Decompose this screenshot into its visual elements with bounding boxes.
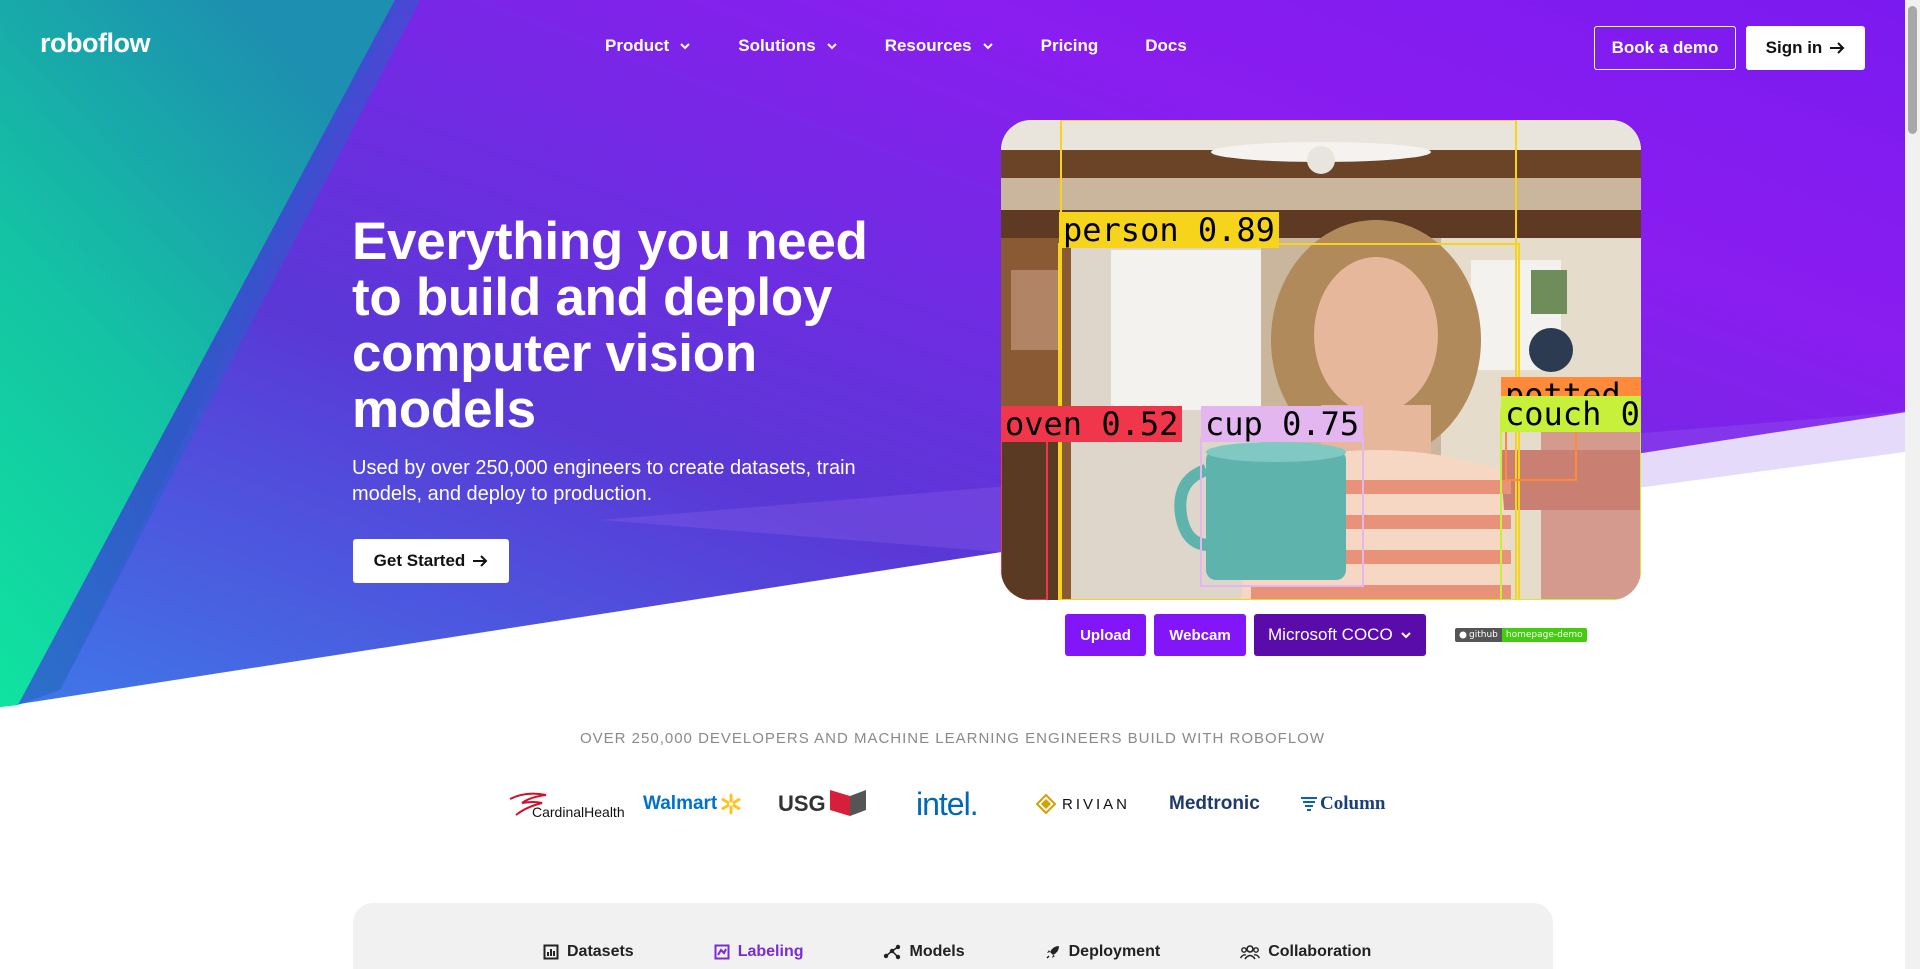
webcam-label: Webcam [1169,626,1231,644]
tab-collaboration[interactable]: Collaboration [1240,943,1371,961]
sign-in-button[interactable]: Sign in [1746,26,1865,70]
nav-solutions[interactable]: Solutions [738,36,837,56]
demo-video-frame: person 0.89 oven 0.52 cup 0.75 potted p … [1001,120,1641,600]
hero-subtitle: Used by over 250,000 engineers to create… [352,457,856,505]
scrollbar-thumb[interactable] [1908,6,1917,134]
chevron-down-icon [680,43,690,50]
roboflow-logo[interactable]: roboflow [40,28,150,59]
tab-deployment-label: Deployment [1068,943,1161,960]
logo-cardinal-health: CardinalHealth [508,782,625,826]
logo-rivian: RIVIAN [1036,782,1130,826]
model-select-value: Microsoft COCO [1268,625,1393,644]
feature-tabs: Datasets Labeling Models Deployment Coll… [543,943,1451,961]
detection-label-person: person 0.89 [1059,212,1279,248]
column-icon [1301,797,1317,811]
detection-label-oven: oven 0.52 [1001,406,1183,442]
upload-label: Upload [1080,626,1131,644]
people-icon [1240,945,1261,960]
chart-icon [543,944,559,960]
logo-walmart: Walmart [643,782,742,826]
tab-datasets[interactable]: Datasets [543,943,634,961]
nav-resources-label: Resources [884,36,972,55]
usg-cube-icon [829,790,866,816]
tab-datasets-label: Datasets [567,943,634,960]
tab-models-label: Models [909,943,965,960]
nav-docs[interactable]: Docs [1145,36,1187,56]
book-demo-button[interactable]: Book a demo [1594,26,1736,70]
github-badge-left: github [1455,628,1502,642]
detection-label-cup: cup 0.75 [1201,406,1364,442]
webcam-button[interactable]: Webcam [1154,614,1246,656]
sign-in-label: Sign in [1765,38,1823,57]
demo-scene [1001,120,1641,600]
tab-labeling[interactable]: Labeling [714,943,804,961]
chevron-down-icon [826,43,837,50]
walmart-spark-icon [721,793,741,815]
page-scrollbar[interactable] [1905,0,1920,969]
nav-resources[interactable]: Resources [885,36,994,56]
github-icon [1459,631,1467,639]
nav-pricing-label: Pricing [1040,36,1099,55]
chevron-down-icon [1401,632,1411,639]
nav-docs-label: Docs [1145,36,1187,55]
detection-label-couch: couch 0. [1501,396,1641,432]
github-badge-right: homepage-demo [1501,628,1587,642]
nav-product[interactable]: Product [605,36,691,56]
network-icon [884,944,901,960]
rivian-compass-icon [1036,794,1056,814]
get-started-button[interactable]: Get Started [353,539,509,583]
nav-solutions-label: Solutions [738,36,816,55]
demo-controls: Upload Webcam Microsoft COCO [1065,614,1426,656]
github-badge-text: github [1469,630,1498,640]
logo-medtronic: Medtronic [1169,793,1260,814]
arrow-right-icon [473,555,488,567]
tab-labeling-label: Labeling [737,943,804,960]
rocket-icon [1046,946,1059,959]
get-started-label: Get Started [373,551,466,570]
nav-pricing[interactable]: Pricing [1041,36,1099,56]
logo-intel: intel. [916,785,979,822]
trust-statement: OVER 250,000 DEVELOPERS AND MACHINE LEAR… [580,730,1325,747]
hero-section: roboflow Product Solutions Resources Pri… [0,0,1920,969]
main-nav: Product Solutions Resources Pricing Docs [605,36,1234,56]
logo-usg: USG [778,782,868,826]
logo-column: Column [1300,782,1385,826]
arrow-right-icon [1830,42,1845,54]
book-demo-label: Book a demo [1611,38,1719,57]
tab-collaboration-label: Collaboration [1268,943,1372,960]
label-icon [714,944,730,960]
github-badge[interactable]: github homepage-demo [1455,628,1587,642]
tab-models[interactable]: Models [883,943,965,961]
upload-button[interactable]: Upload [1065,614,1146,656]
tab-deployment[interactable]: Deployment [1045,943,1161,961]
model-select[interactable]: Microsoft COCO [1254,614,1426,656]
hero-headline: Everything you need to build and deploy … [352,212,868,439]
chevron-down-icon [982,43,993,50]
nav-product-label: Product [605,36,670,55]
